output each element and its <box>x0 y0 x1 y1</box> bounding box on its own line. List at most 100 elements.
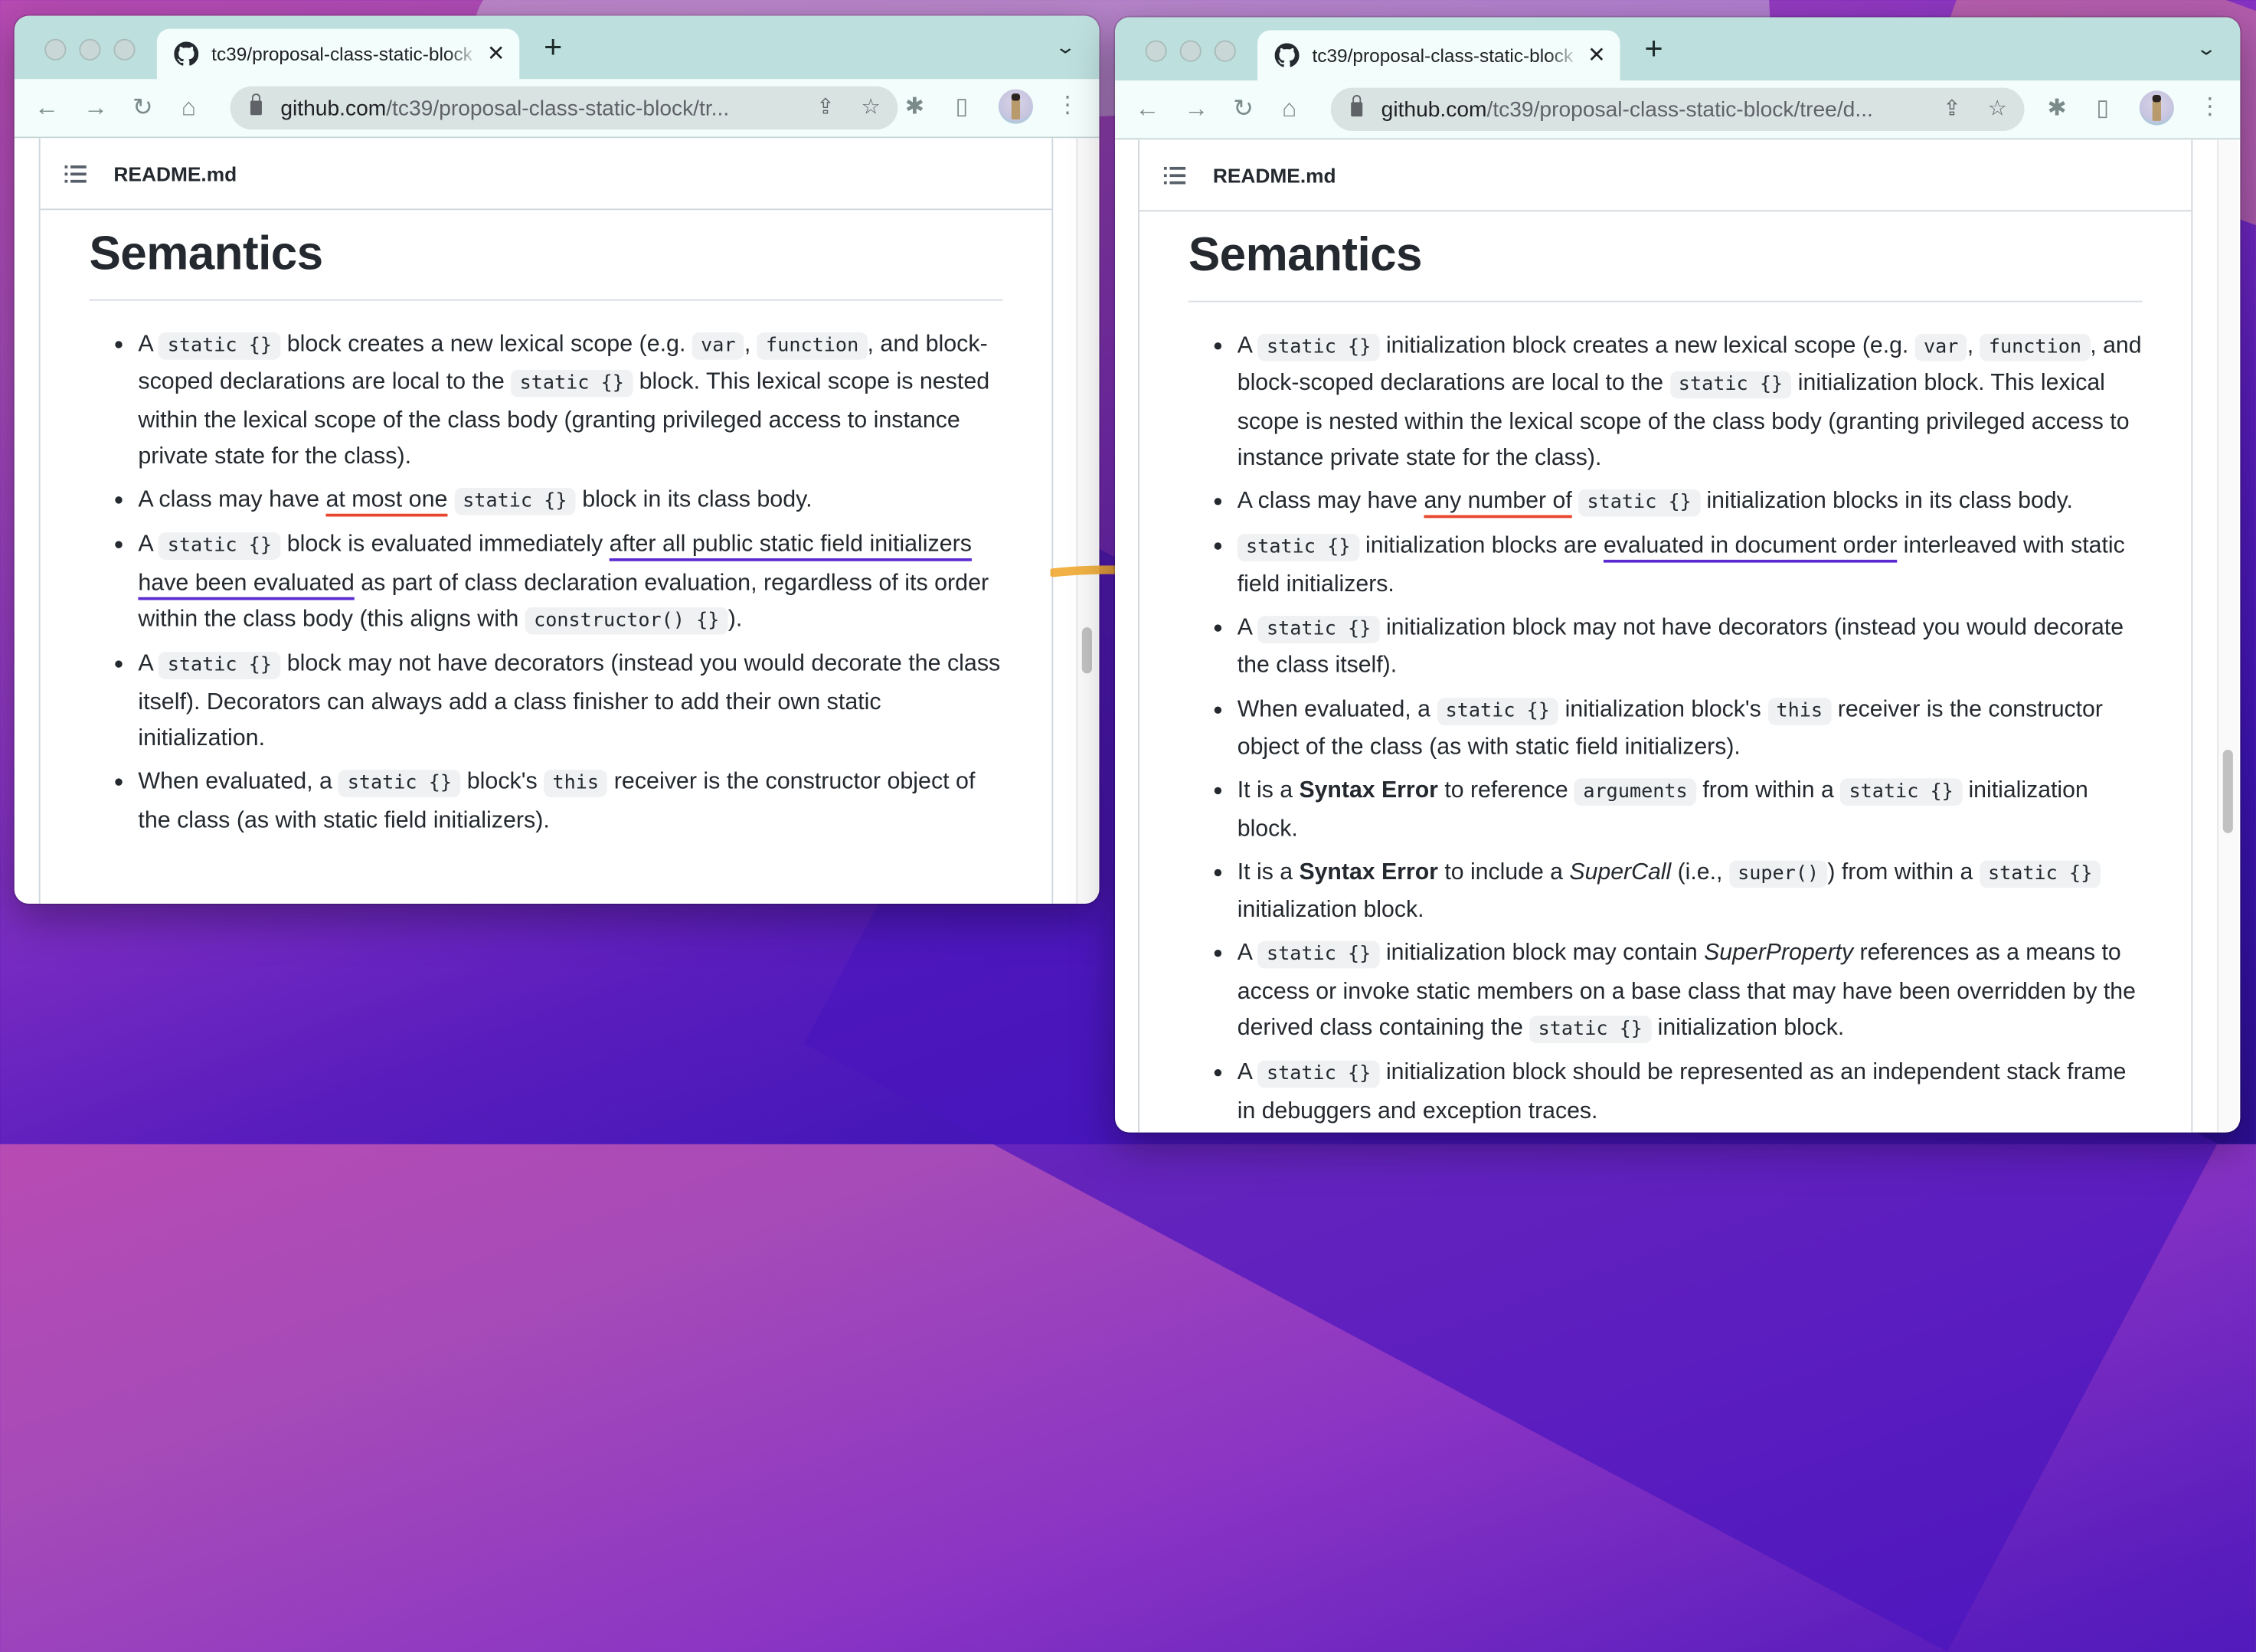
text-run: A class may have <box>1237 488 1424 515</box>
scrollbar-thumb[interactable] <box>2222 749 2233 833</box>
close-tab-icon[interactable]: ✕ <box>487 41 505 66</box>
side-panel-icon[interactable]: ▯ <box>2096 93 2109 123</box>
text-run <box>447 486 453 512</box>
forward-icon[interactable]: → <box>83 93 108 123</box>
inline-code: static {} <box>1257 333 1380 361</box>
page-content: README.md Semantics A static {} block cr… <box>14 138 1100 904</box>
text-run: initialization blocks in its class body. <box>1700 488 2073 515</box>
close-window-button[interactable] <box>1145 40 1167 62</box>
text-run: A <box>1237 940 1258 967</box>
home-icon[interactable]: ⌂ <box>1282 95 1296 124</box>
text-run: A <box>138 532 159 558</box>
minimize-window-button[interactable] <box>1179 40 1202 62</box>
inline-code: static {} <box>511 370 633 398</box>
text-run: A <box>138 331 159 357</box>
file-name: README.md <box>1212 163 1336 187</box>
lock-icon <box>1351 95 1363 117</box>
tab-readme[interactable]: tc39/proposal-class-static-block ✕ <box>156 28 520 80</box>
back-icon[interactable]: ← <box>34 93 59 123</box>
scrollbar-thumb[interactable] <box>1081 627 1093 674</box>
inline-code: static {} <box>159 332 281 360</box>
url-text: github.com/tc39/proposal-class-static-bl… <box>280 95 730 120</box>
zoom-window-button[interactable] <box>113 38 136 61</box>
side-panel-icon[interactable]: ▯ <box>956 92 969 121</box>
text-run: initialization block's <box>1558 695 1768 722</box>
tab-search-icon[interactable]: ⌄ <box>1054 36 1077 59</box>
bookmark-star-icon[interactable]: ☆ <box>862 93 881 119</box>
address-bar[interactable]: github.com/tc39/proposal-class-static-bl… <box>230 86 898 130</box>
text-run: A <box>1237 1059 1258 1086</box>
close-tab-icon[interactable]: ✕ <box>1587 41 1606 67</box>
page-content: README.md Semantics A static {} initiali… <box>1115 139 2241 1133</box>
inline-code: var <box>692 332 744 360</box>
text-run: block's <box>460 768 544 795</box>
tab-bar: tc39/proposal-class-static-block ✕ + ⌄ <box>14 15 1100 80</box>
tab-search-icon[interactable]: ⌄ <box>2196 38 2218 61</box>
inline-code: function <box>1980 333 2091 361</box>
menu-icon[interactable]: ⋮ <box>1056 90 1079 119</box>
inline-code: static {} <box>1669 371 1792 399</box>
new-tab-button[interactable]: + <box>1644 30 1663 67</box>
extensions-icon[interactable]: ✱ <box>905 92 924 121</box>
text-run: A <box>1237 332 1258 358</box>
outline-list-icon[interactable] <box>64 163 88 183</box>
forward-icon[interactable]: → <box>1184 95 1208 124</box>
text-run: block is evaluated immediately <box>280 532 610 558</box>
highlight-red-underline: at most one <box>325 486 448 513</box>
minimize-window-button[interactable] <box>79 38 101 61</box>
tab-title: tc39/proposal-class-static-block <box>211 43 472 65</box>
text-run: When evaluated, a <box>1237 695 1437 722</box>
readme-header: README.md <box>1139 139 2192 212</box>
address-bar[interactable]: github.com/tc39/proposal-class-static-bl… <box>1330 87 2025 131</box>
list-item: It is a Syntax Error to reference argume… <box>1238 773 2143 847</box>
zoom-window-button[interactable] <box>1214 40 1236 62</box>
profile-avatar[interactable] <box>998 89 1033 124</box>
share-icon[interactable]: ⇪ <box>816 93 835 119</box>
bookmark-star-icon[interactable]: ☆ <box>1988 95 2007 121</box>
italic-text: SuperProperty <box>1704 940 1854 967</box>
inline-code: static {} <box>1437 697 1559 725</box>
markdown-body: Semantics A static {} block creates a ne… <box>41 224 1052 839</box>
inline-code: static {} <box>1237 534 1359 562</box>
reload-icon[interactable]: ↻ <box>132 93 153 123</box>
inline-code: function <box>757 332 868 360</box>
scrollbar[interactable] <box>1076 138 1098 904</box>
italic-text: SuperCall <box>1569 859 1672 885</box>
inline-code: static {} <box>159 533 281 561</box>
text-run: When evaluated, a <box>138 768 339 795</box>
tab-readme[interactable]: tc39/proposal-class-static-block ✕ <box>1257 30 1620 81</box>
profile-avatar[interactable] <box>2139 90 2174 126</box>
inline-code: static {} <box>338 770 461 798</box>
text-run: to reference <box>1437 777 1575 803</box>
outline-list-icon[interactable] <box>1163 165 1187 185</box>
extensions-icon[interactable]: ✱ <box>2048 93 2067 123</box>
github-icon <box>1274 43 1300 67</box>
text-run: (i.e., <box>1671 859 1729 885</box>
menu-icon[interactable]: ⋮ <box>2199 92 2222 121</box>
reload-icon[interactable]: ↻ <box>1233 95 1254 124</box>
home-icon[interactable]: ⌂ <box>181 93 196 123</box>
back-icon[interactable]: ← <box>1135 95 1159 124</box>
scrollbar[interactable] <box>2217 139 2239 1133</box>
markdown-body: Semantics A static {} initialization blo… <box>1139 226 2191 1130</box>
text-run: initialization block creates a new lexic… <box>1379 332 1915 358</box>
inline-code: static {} <box>453 488 576 515</box>
semantics-list: A static {} initialization block creates… <box>1188 328 2143 1129</box>
text-run: A <box>1237 614 1258 641</box>
list-item: It is a Syntax Error to include a SuperC… <box>1238 855 2143 929</box>
share-icon[interactable]: ⇪ <box>1943 95 1961 121</box>
close-window-button[interactable] <box>44 38 67 61</box>
text-run <box>1572 488 1578 514</box>
list-item: When evaluated, a static {} block's this… <box>138 764 1002 839</box>
new-tab-button[interactable]: + <box>544 29 562 67</box>
inline-code: static {} <box>1529 1016 1652 1044</box>
list-item: When evaluated, a static {} initializati… <box>1238 692 2143 766</box>
text-run: , <box>1967 332 1980 358</box>
section-heading: Semantics <box>1188 226 2143 303</box>
semantics-list: A static {} block creates a new lexical … <box>89 326 1002 839</box>
highlight-blue-underline: evaluated in document order <box>1603 533 1898 559</box>
list-item: A static {} initialization block may not… <box>1238 610 2143 685</box>
text-run: ). <box>727 606 743 632</box>
bold-text: Syntax Error <box>1299 859 1438 885</box>
text-run: block creates a new lexical scope (e.g. <box>280 331 692 357</box>
